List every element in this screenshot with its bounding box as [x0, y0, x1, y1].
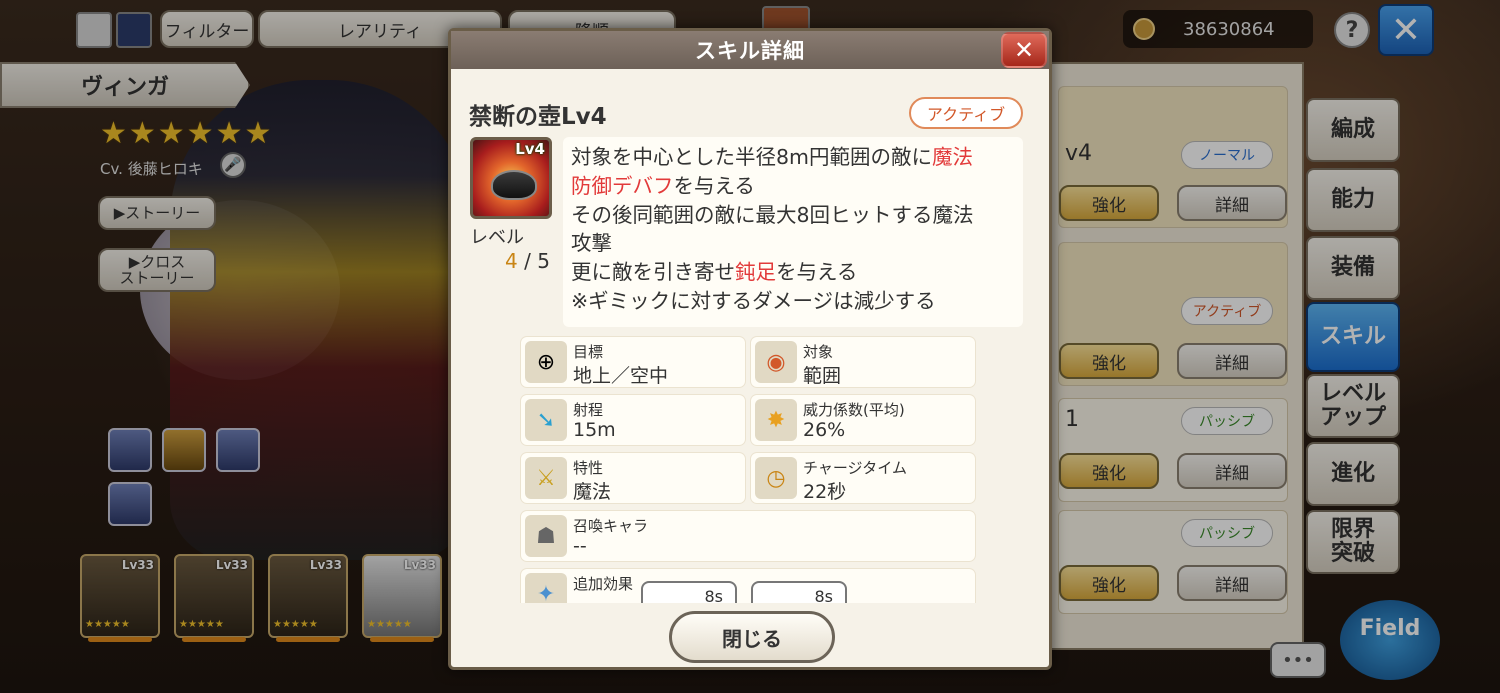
attr-object: ◉ 対象 範囲 — [751, 337, 975, 387]
modal-title: スキル詳細 — [451, 31, 1049, 69]
close-button[interactable]: 閉じる — [669, 611, 835, 663]
level-value: 4 / 5 — [505, 249, 550, 273]
skill-icon: Lv4 — [470, 137, 552, 219]
attr-charge: ◷ チャージタイム 22秒 — [751, 453, 975, 503]
skill-description: 対象を中心とした半径8m円範囲の敵に魔法 防御デバフを与える その後同範囲の敵に… — [563, 137, 1023, 327]
modal-close-button[interactable]: ✕ — [1001, 32, 1047, 68]
effect-chip[interactable]: 8s — [641, 581, 737, 603]
effect-chip[interactable]: 8s — [751, 581, 847, 603]
summon-icon: ☗ — [525, 515, 567, 557]
skill-name: 禁断の壺Lv4 — [469, 104, 607, 130]
attr-range: ➘ 射程 15m — [521, 395, 745, 445]
area-target-icon: ◉ — [755, 341, 797, 383]
attr-trait: ⚔ 特性 魔法 — [521, 453, 745, 503]
extra-effect-icon: ✦ — [525, 573, 567, 603]
attr-power: ✸ 威力係数(平均) 26% — [751, 395, 975, 445]
attr-extra: ✦ 追加効果 — [521, 569, 975, 603]
burst-icon: ✸ — [755, 399, 797, 441]
crosshair-icon: ⊕ — [525, 341, 567, 383]
skill-detail-modal: スキル詳細 ✕ 禁断の壺Lv4 アクティブ Lv4 レベル 4 / 5 対象を中… — [448, 28, 1052, 670]
attr-summon: ☗ 召喚キャラ -- — [521, 511, 975, 561]
arrow-icon: ➘ — [525, 399, 567, 441]
level-label: レベル — [470, 227, 524, 248]
clock-icon: ◷ — [755, 457, 797, 499]
lamp-icon — [491, 170, 537, 200]
attribute-list[interactable]: ⊕ 目標 地上／空中 ◉ 対象 範囲 ➘ 射程 15m ✸ 威力係数(平均) 2… — [451, 331, 1049, 603]
skill-type-badge: アクティブ — [909, 97, 1023, 129]
sword-icon: ⚔ — [525, 457, 567, 499]
attr-target: ⊕ 目標 地上／空中 — [521, 337, 745, 387]
